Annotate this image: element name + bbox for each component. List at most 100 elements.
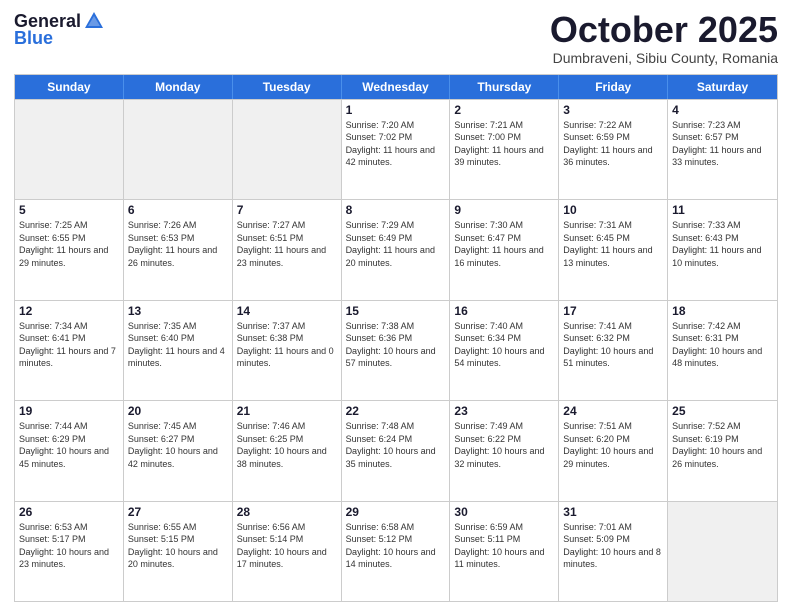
- calendar-cell: 8 Sunrise: 7:29 AM Sunset: 6:49 PM Daylig…: [342, 200, 451, 299]
- calendar-cell: 31Sunrise: 7:01 AM Sunset: 5:09 PM Dayli…: [559, 502, 668, 601]
- calendar-cell: 16 Sunrise: 7:40 AM Sunset: 6:34 PM Dayli…: [450, 301, 559, 400]
- day-info: Sunrise: 6:56 AM Sunset: 5:14 PM Dayligh…: [237, 521, 337, 571]
- page: General Blue October 2025 Dumbraveni, Si…: [0, 0, 792, 612]
- day-info: Sunrise: 7:21 AM Sunset: 7:00 PM Dayligh…: [454, 119, 554, 169]
- day-info: Sunrise: 7:45 AM Sunset: 6:27 PM Dayligh…: [128, 420, 228, 470]
- header-day-thursday: Thursday: [450, 75, 559, 99]
- day-number: 18: [672, 304, 773, 318]
- day-info: Sunrise: 7:42 AM Sunset: 6:31 PM Dayligh…: [672, 320, 773, 370]
- day-info: Sunrise: 7:30 AM Sunset: 6:47 PM Dayligh…: [454, 219, 554, 269]
- day-number: 3: [563, 103, 663, 117]
- calendar-week-4: 19Sunrise: 7:44 AM Sunset: 6:29 PM Dayli…: [15, 400, 777, 500]
- day-number: 21: [237, 404, 337, 418]
- header-day-saturday: Saturday: [668, 75, 777, 99]
- day-number: 10: [563, 203, 663, 217]
- calendar-cell: [15, 100, 124, 199]
- day-info: Sunrise: 7:52 AM Sunset: 6:19 PM Dayligh…: [672, 420, 773, 470]
- calendar-cell: 13Sunrise: 7:35 AM Sunset: 6:40 PM Dayli…: [124, 301, 233, 400]
- day-number: 26: [19, 505, 119, 519]
- day-info: Sunrise: 7:41 AM Sunset: 6:32 PM Dayligh…: [563, 320, 663, 370]
- calendar-cell: 9 Sunrise: 7:30 AM Sunset: 6:47 PM Daylig…: [450, 200, 559, 299]
- calendar-cell: [233, 100, 342, 199]
- calendar-cell: 22 Sunrise: 7:48 AM Sunset: 6:24 PM Dayli…: [342, 401, 451, 500]
- header-day-sunday: Sunday: [15, 75, 124, 99]
- calendar-cell: [668, 502, 777, 601]
- day-info: Sunrise: 7:48 AM Sunset: 6:24 PM Dayligh…: [346, 420, 446, 470]
- header-day-tuesday: Tuesday: [233, 75, 342, 99]
- calendar-body: 1 Sunrise: 7:20 AM Sunset: 7:02 PM Daylig…: [15, 99, 777, 601]
- calendar-cell: 2 Sunrise: 7:21 AM Sunset: 7:00 PM Daylig…: [450, 100, 559, 199]
- day-info: Sunrise: 7:38 AM Sunset: 6:36 PM Dayligh…: [346, 320, 446, 370]
- calendar-week-2: 5 Sunrise: 7:25 AM Sunset: 6:55 PM Daylig…: [15, 199, 777, 299]
- header-day-friday: Friday: [559, 75, 668, 99]
- calendar-cell: 19Sunrise: 7:44 AM Sunset: 6:29 PM Dayli…: [15, 401, 124, 500]
- day-info: Sunrise: 7:40 AM Sunset: 6:34 PM Dayligh…: [454, 320, 554, 370]
- day-number: 19: [19, 404, 119, 418]
- day-info: Sunrise: 7:29 AM Sunset: 6:49 PM Dayligh…: [346, 219, 446, 269]
- day-number: 17: [563, 304, 663, 318]
- calendar-cell: 17 Sunrise: 7:41 AM Sunset: 6:32 PM Dayli…: [559, 301, 668, 400]
- calendar-cell: 30 Sunrise: 6:59 AM Sunset: 5:11 PM Dayli…: [450, 502, 559, 601]
- calendar-cell: 29Sunrise: 6:58 AM Sunset: 5:12 PM Dayli…: [342, 502, 451, 601]
- month-title: October 2025: [550, 10, 778, 50]
- day-number: 28: [237, 505, 337, 519]
- day-number: 30: [454, 505, 554, 519]
- calendar-week-3: 12 Sunrise: 7:34 AM Sunset: 6:41 PM Dayli…: [15, 300, 777, 400]
- title-area: October 2025 Dumbraveni, Sibiu County, R…: [550, 10, 778, 66]
- calendar-cell: 21 Sunrise: 7:46 AM Sunset: 6:25 PM Dayli…: [233, 401, 342, 500]
- calendar-cell: 7Sunrise: 7:27 AM Sunset: 6:51 PM Daylig…: [233, 200, 342, 299]
- day-info: Sunrise: 7:25 AM Sunset: 6:55 PM Dayligh…: [19, 219, 119, 269]
- calendar: SundayMondayTuesdayWednesdayThursdayFrid…: [14, 74, 778, 602]
- calendar-cell: 1 Sunrise: 7:20 AM Sunset: 7:02 PM Daylig…: [342, 100, 451, 199]
- calendar-cell: 15 Sunrise: 7:38 AM Sunset: 6:36 PM Dayli…: [342, 301, 451, 400]
- day-info: Sunrise: 6:55 AM Sunset: 5:15 PM Dayligh…: [128, 521, 228, 571]
- calendar-cell: 18 Sunrise: 7:42 AM Sunset: 6:31 PM Dayli…: [668, 301, 777, 400]
- day-number: 22: [346, 404, 446, 418]
- day-info: Sunrise: 7:33 AM Sunset: 6:43 PM Dayligh…: [672, 219, 773, 269]
- day-info: Sunrise: 7:49 AM Sunset: 6:22 PM Dayligh…: [454, 420, 554, 470]
- day-number: 6: [128, 203, 228, 217]
- day-info: Sunrise: 7:37 AM Sunset: 6:38 PM Dayligh…: [237, 320, 337, 370]
- day-number: 23: [454, 404, 554, 418]
- day-number: 11: [672, 203, 773, 217]
- day-info: Sunrise: 7:34 AM Sunset: 6:41 PM Dayligh…: [19, 320, 119, 370]
- day-number: 5: [19, 203, 119, 217]
- day-number: 8: [346, 203, 446, 217]
- day-number: 15: [346, 304, 446, 318]
- logo-area: General Blue: [14, 10, 105, 49]
- day-info: Sunrise: 7:27 AM Sunset: 6:51 PM Dayligh…: [237, 219, 337, 269]
- logo-icon: [83, 10, 105, 32]
- calendar-cell: 25Sunrise: 7:52 AM Sunset: 6:19 PM Dayli…: [668, 401, 777, 500]
- calendar-cell: 26 Sunrise: 6:53 AM Sunset: 5:17 PM Dayli…: [15, 502, 124, 601]
- calendar-cell: 27 Sunrise: 6:55 AM Sunset: 5:15 PM Dayli…: [124, 502, 233, 601]
- day-info: Sunrise: 7:23 AM Sunset: 6:57 PM Dayligh…: [672, 119, 773, 169]
- calendar-cell: 6Sunrise: 7:26 AM Sunset: 6:53 PM Daylig…: [124, 200, 233, 299]
- day-info: Sunrise: 6:53 AM Sunset: 5:17 PM Dayligh…: [19, 521, 119, 571]
- header-day-monday: Monday: [124, 75, 233, 99]
- calendar-cell: 23 Sunrise: 7:49 AM Sunset: 6:22 PM Dayli…: [450, 401, 559, 500]
- day-info: Sunrise: 7:46 AM Sunset: 6:25 PM Dayligh…: [237, 420, 337, 470]
- logo-blue: Blue: [14, 28, 53, 49]
- day-number: 12: [19, 304, 119, 318]
- day-number: 31: [563, 505, 663, 519]
- day-info: Sunrise: 7:20 AM Sunset: 7:02 PM Dayligh…: [346, 119, 446, 169]
- day-number: 14: [237, 304, 337, 318]
- day-number: 27: [128, 505, 228, 519]
- calendar-cell: 5 Sunrise: 7:25 AM Sunset: 6:55 PM Daylig…: [15, 200, 124, 299]
- day-info: Sunrise: 7:51 AM Sunset: 6:20 PM Dayligh…: [563, 420, 663, 470]
- calendar-cell: [124, 100, 233, 199]
- day-number: 2: [454, 103, 554, 117]
- day-number: 16: [454, 304, 554, 318]
- day-info: Sunrise: 7:22 AM Sunset: 6:59 PM Dayligh…: [563, 119, 663, 169]
- subtitle: Dumbraveni, Sibiu County, Romania: [550, 50, 778, 66]
- header-day-wednesday: Wednesday: [342, 75, 451, 99]
- day-number: 4: [672, 103, 773, 117]
- calendar-header-row: SundayMondayTuesdayWednesdayThursdayFrid…: [15, 75, 777, 99]
- day-number: 1: [346, 103, 446, 117]
- day-number: 9: [454, 203, 554, 217]
- calendar-cell: 28 Sunrise: 6:56 AM Sunset: 5:14 PM Dayli…: [233, 502, 342, 601]
- day-info: Sunrise: 6:59 AM Sunset: 5:11 PM Dayligh…: [454, 521, 554, 571]
- day-number: 24: [563, 404, 663, 418]
- calendar-cell: 14 Sunrise: 7:37 AM Sunset: 6:38 PM Dayli…: [233, 301, 342, 400]
- calendar-cell: 10Sunrise: 7:31 AM Sunset: 6:45 PM Dayli…: [559, 200, 668, 299]
